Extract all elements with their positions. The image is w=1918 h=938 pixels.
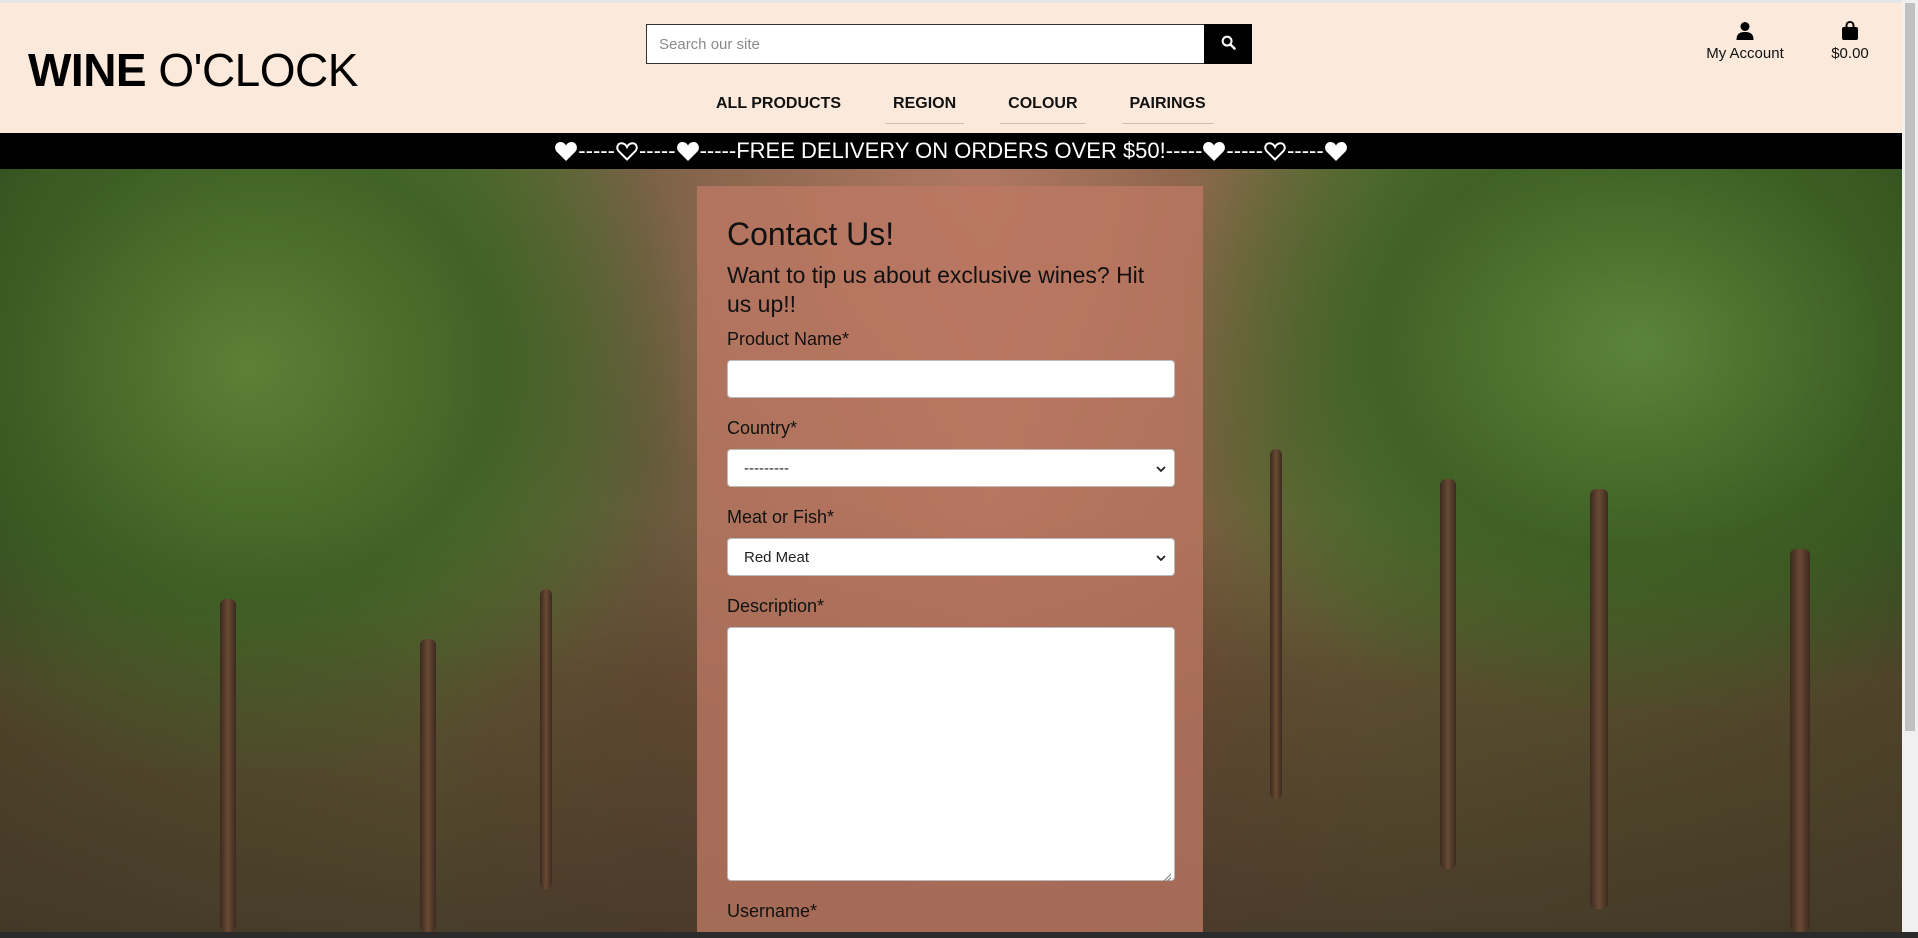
main-nav: ALL PRODUCTS REGION COLOUR PAIRINGS [690, 91, 1232, 127]
nav-all-products[interactable]: ALL PRODUCTS [690, 91, 867, 127]
meat-or-fish-select[interactable]: Red Meat [727, 538, 1175, 576]
heart-filled-icon [554, 140, 578, 162]
product-name-group: Product Name* [727, 329, 1175, 398]
contact-form-panel: Contact Us! Want to tip us about exclusi… [697, 186, 1203, 938]
vine-trunk [220, 599, 236, 932]
product-name-input[interactable] [727, 360, 1175, 398]
resize-grip-icon[interactable] [1163, 869, 1172, 882]
form-subtitle: Want to tip us about exclusive wines? Hi… [727, 262, 1145, 317]
country-select[interactable]: --------- [727, 449, 1175, 487]
nav-region-label: REGION [885, 91, 965, 124]
logo-light-text: O'CLOCK [158, 44, 358, 96]
page-scrollbar[interactable] [1902, 0, 1918, 932]
my-account-label: My Account [1706, 45, 1784, 62]
banner-separator: ----- [1165, 138, 1203, 163]
chevron-down-icon [1156, 549, 1166, 566]
search-input[interactable] [646, 24, 1204, 64]
nav-all-products-label: ALL PRODUCTS [716, 95, 842, 112]
banner-separator: ----- [1226, 138, 1264, 163]
heart-outline-icon [615, 140, 639, 162]
banner-separator: ----- [699, 138, 737, 163]
banner-text: FREE DELIVERY ON ORDERS OVER $50! [736, 138, 1166, 163]
nav-pairings-label: PAIRINGS [1121, 91, 1214, 124]
vine-trunk [420, 639, 436, 932]
meat-or-fish-label: Meat or Fish* [727, 507, 835, 527]
country-group: Country* --------- [727, 418, 1175, 487]
search-bar [646, 24, 1252, 64]
scrollbar-thumb[interactable] [1905, 3, 1915, 731]
cart-total: $0.00 [1831, 45, 1869, 62]
country-selected-value: --------- [744, 459, 789, 477]
form-title: Contact Us! [727, 216, 895, 252]
heart-filled-icon [1202, 140, 1226, 162]
user-icon [1700, 21, 1790, 41]
search-button[interactable] [1204, 24, 1252, 64]
country-label: Country* [727, 418, 798, 438]
vine-trunk [1590, 489, 1608, 909]
banner-separator: ----- [638, 138, 676, 163]
promo-banner: ----- ----- ----- FREE DELIVERY ON ORDER… [0, 133, 1902, 169]
my-account-link[interactable]: My Account [1700, 21, 1790, 62]
product-name-label: Product Name* [727, 329, 850, 349]
nav-pairings[interactable]: PAIRINGS [1104, 91, 1232, 127]
vine-trunk [1790, 549, 1810, 932]
chevron-down-icon [1156, 460, 1166, 477]
nav-region[interactable]: REGION [867, 91, 982, 127]
meat-or-fish-group: Meat or Fish* Red Meat [727, 507, 1175, 576]
description-textarea[interactable] [727, 627, 1175, 882]
nav-colour[interactable]: COLOUR [982, 91, 1103, 127]
window-bottom-edge [0, 932, 1918, 938]
banner-separator: ----- [1287, 138, 1324, 163]
logo-bold-text: WINE [28, 44, 147, 96]
username-group: Username* [727, 901, 1173, 922]
nav-colour-label: COLOUR [1000, 91, 1086, 124]
vine-trunk [1440, 479, 1456, 869]
heart-filled-icon [676, 140, 700, 162]
heart-filled-icon [1324, 140, 1348, 162]
description-group: Description* [727, 596, 1175, 882]
username-label: Username* [727, 901, 818, 921]
vine-foliage-left [0, 169, 680, 769]
shopping-bag-icon [1822, 21, 1878, 41]
site-logo[interactable]: WINE O'CLOCK [28, 43, 358, 97]
search-icon [1221, 35, 1236, 53]
description-label: Description* [727, 596, 825, 616]
meat-or-fish-selected-value: Red Meat [744, 548, 810, 566]
vine-trunk [540, 589, 552, 889]
cart-link[interactable]: $0.00 [1822, 21, 1878, 62]
site-header: WINE O'CLOCK ALL PRODUCTS REGION COLOUR … [0, 3, 1902, 133]
banner-separator: ----- [578, 138, 615, 163]
heart-outline-icon [1263, 140, 1287, 162]
vine-trunk [1270, 449, 1282, 799]
